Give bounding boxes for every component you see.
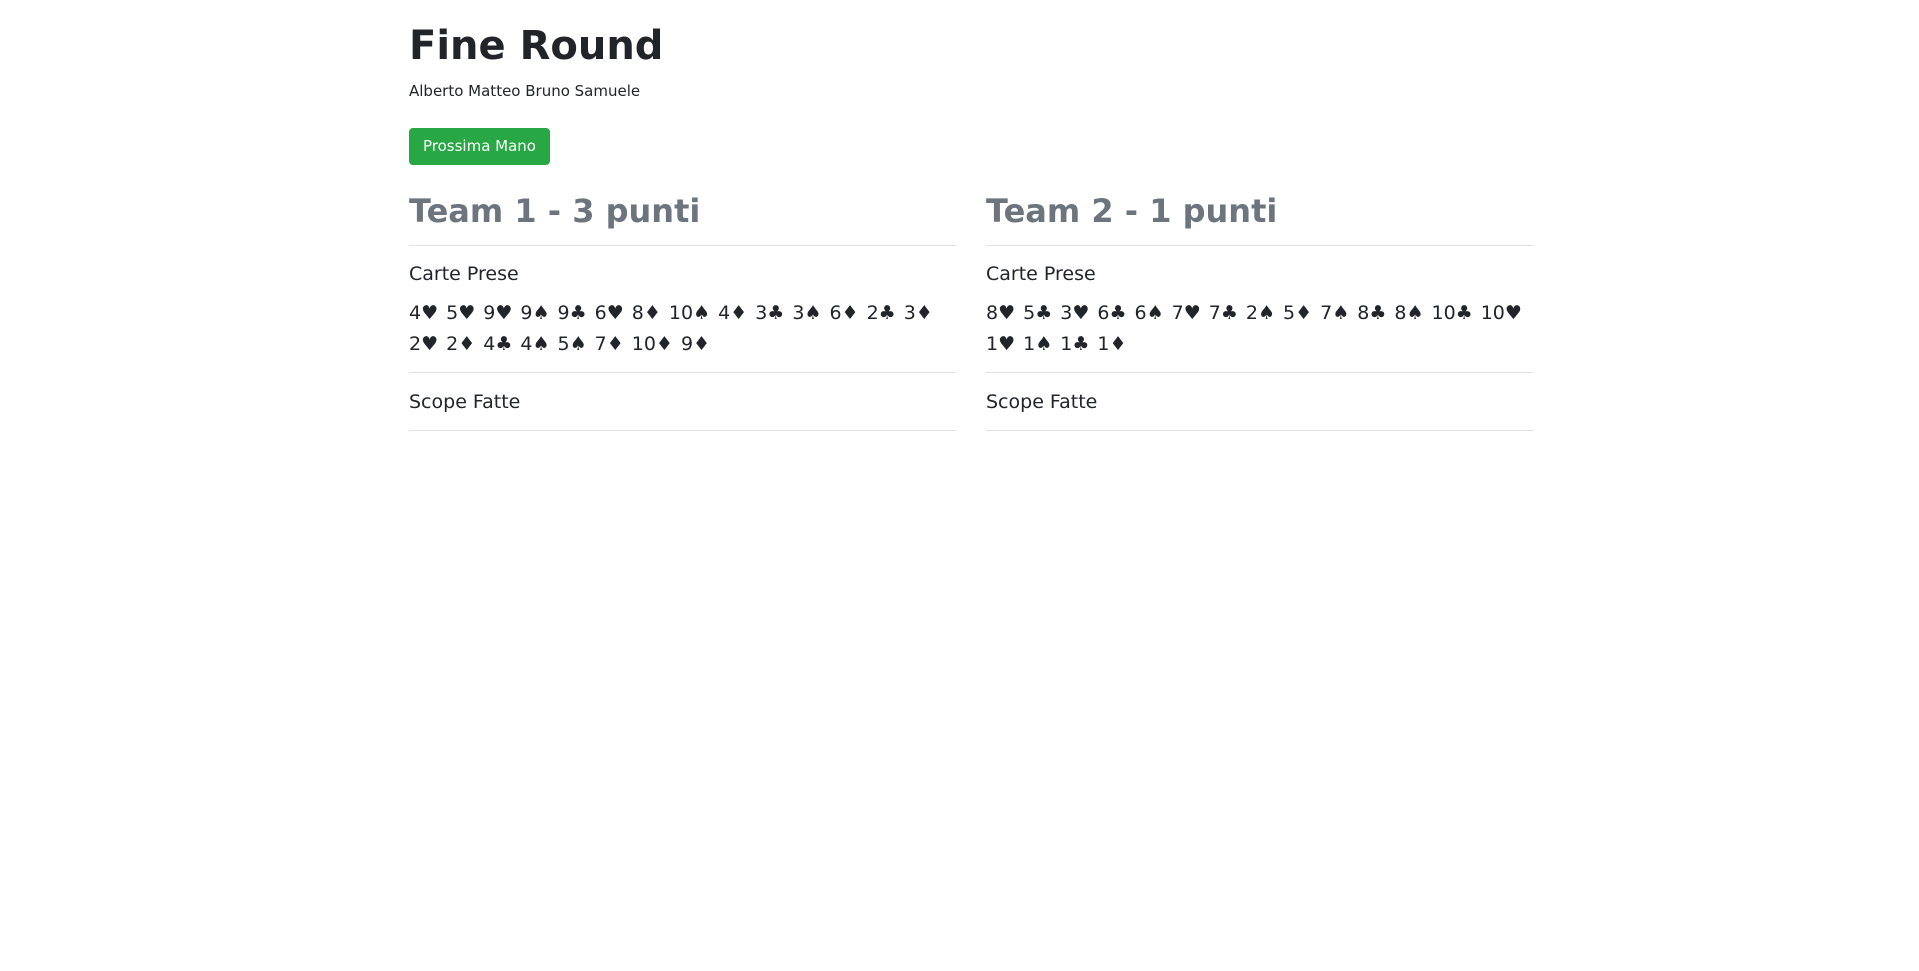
card: 3♠: [792, 302, 822, 324]
card: 8♠: [1394, 302, 1424, 324]
team-1-panel: Team 1 - 3 punti Carte Prese 4♥ 5♥ 9♥ 9♠ 9♣ 6…: [409, 186, 956, 431]
card: 5♣: [1023, 302, 1053, 324]
card: 5♠: [557, 333, 587, 355]
card: 3♥: [1060, 302, 1090, 324]
next-hand-button[interactable]: Prossima Mano: [409, 128, 550, 165]
card: 10♣: [1431, 302, 1473, 324]
card: 7♠: [1320, 302, 1350, 324]
card: 2♠: [1245, 302, 1275, 324]
card: 9♠: [520, 302, 550, 324]
card: 9♥: [483, 302, 513, 324]
card: 2♥: [409, 333, 439, 355]
card: 7♣: [1208, 302, 1238, 324]
card: 8♦: [631, 302, 661, 324]
team-2-captured-label: Carte Prese: [986, 263, 1096, 285]
team-1-captured-section: Carte Prese 4♥ 5♥ 9♥ 9♠ 9♣ 6♥ 8♦ 10♠ 4♦ 3♣ 3♠ 6♦ 2♣ 3…: [409, 246, 956, 373]
card: 4♦: [718, 302, 748, 324]
card: 8♣: [1357, 302, 1387, 324]
card: 2♦: [446, 333, 476, 355]
team-1-header: Team 1 - 3 punti: [409, 186, 956, 246]
card: 8♥: [986, 302, 1016, 324]
team-1-card-list: 4♥ 5♥ 9♥ 9♠ 9♣ 6♥ 8♦ 10♠ 4♦ 3♣ 3♠ 6♦ 2♣ 3♦ 2♥ 2♦ 4♣ 4♠ 5♠ 7…: [409, 298, 956, 360]
card: 2♣: [866, 302, 896, 324]
team-1-captured-label: Carte Prese: [409, 263, 519, 285]
card: 10♠: [668, 302, 711, 324]
card: 7♦: [594, 333, 624, 355]
card: 1♦: [1097, 333, 1127, 355]
card: 4♣: [483, 333, 513, 355]
team-1-scope-section: Scope Fatte: [409, 373, 956, 431]
players-list: Alberto Matteo Bruno Samuele: [409, 82, 641, 100]
card: 6♠: [1134, 302, 1164, 324]
card: 3♣: [755, 302, 785, 324]
page-title: Fine Round: [409, 23, 664, 69]
card: 10♥: [1480, 302, 1522, 324]
team-2-header: Team 2 - 1 punti: [986, 186, 1533, 246]
card: 6♥: [594, 302, 624, 324]
card: 5♦: [1283, 302, 1313, 324]
card: 1♥: [986, 333, 1016, 355]
team-2-scope-section: Scope Fatte: [986, 373, 1533, 431]
team-2-scope-label: Scope Fatte: [986, 391, 1098, 413]
card: 5♥: [446, 302, 476, 324]
card: 6♣: [1097, 302, 1127, 324]
team-2-captured-section: Carte Prese 8♥ 5♣ 3♥ 6♣ 6♠ 7♥ 7♣ 2♠ 5♦ 7♠ 8♣ 8♠ 10♣ 1…: [986, 246, 1533, 373]
team-1-scope-label: Scope Fatte: [409, 391, 521, 413]
team-2-card-list: 8♥ 5♣ 3♥ 6♣ 6♠ 7♥ 7♣ 2♠ 5♦ 7♠ 8♣ 8♠ 10♣ 10♥ 1♥ 1♠ 1♣ 1♦: [986, 298, 1533, 360]
team-2-panel: Team 2 - 1 punti Carte Prese 8♥ 5♣ 3♥ 6♣ 6♠ 7…: [986, 186, 1533, 431]
card: 9♣: [557, 302, 587, 324]
card: 6♦: [829, 302, 859, 324]
card: 9♦: [680, 333, 711, 355]
card: 7♥: [1171, 302, 1201, 324]
card: 3♦: [903, 302, 933, 324]
card: 4♠: [520, 333, 550, 355]
card: 4♥: [409, 302, 439, 324]
card: 10♦: [631, 333, 673, 355]
card: 1♠: [1023, 333, 1053, 355]
card: 1♣: [1060, 333, 1090, 355]
